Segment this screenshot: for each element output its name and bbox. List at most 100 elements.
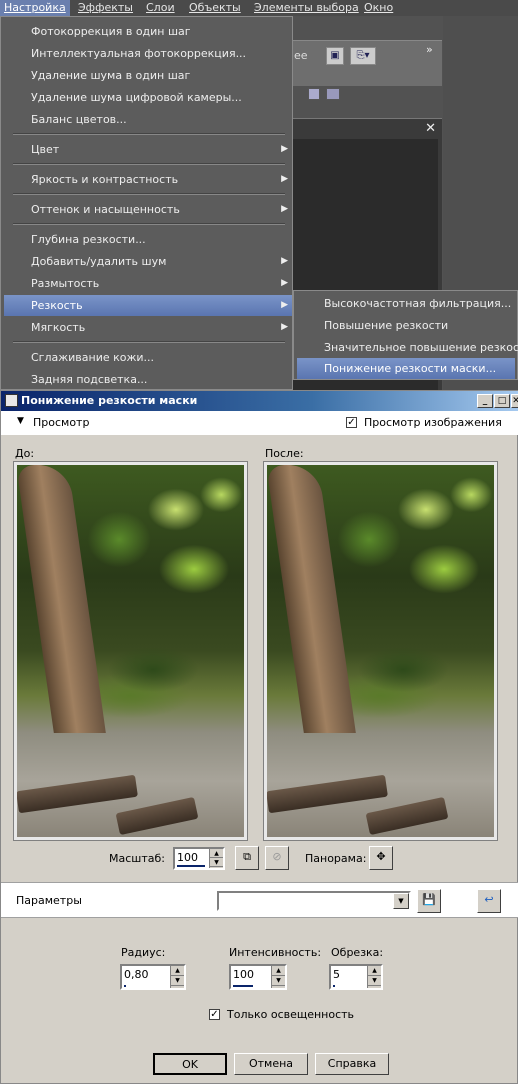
menu-item-label: Сглаживание кожи... xyxy=(31,351,155,364)
spinner-arrows[interactable]: ▲ ▼ xyxy=(271,966,285,988)
preview-image-label: Просмотр изображения xyxy=(364,416,502,429)
clip-spinner[interactable]: 5 ▲ ▼ xyxy=(329,964,383,990)
menu-item-label: Добавить/удалить шум xyxy=(31,255,167,268)
radius-spinner[interactable]: 0,80 ▲ ▼ xyxy=(120,964,186,990)
menu-item-camera-noise-removal[interactable]: Удаление шума цифровой камеры... xyxy=(4,87,292,108)
panel-close-icon[interactable]: ✕ xyxy=(425,121,436,136)
radius-value: 0,80 xyxy=(124,968,149,981)
spinner-arrows[interactable]: ▲ ▼ xyxy=(209,849,223,868)
intensity-label: Интенсивность: xyxy=(229,946,322,959)
spinner-arrows[interactable]: ▲ ▼ xyxy=(367,966,381,988)
menu-bar: Настройка Эффекты Слои Объекты Элементы … xyxy=(0,0,518,16)
intensity-spinner[interactable]: 100 ▲ ▼ xyxy=(229,964,287,990)
menu-item-sharpness[interactable]: Резкость ▶ xyxy=(4,295,292,316)
after-preview[interactable] xyxy=(263,461,498,841)
before-preview-image xyxy=(17,465,244,837)
menubar-objects[interactable]: Объекты xyxy=(187,1,243,15)
menu-item-label: Резкость xyxy=(31,299,83,312)
spin-up-icon[interactable]: ▲ xyxy=(210,849,223,858)
help-button[interactable]: Справка xyxy=(315,1053,389,1075)
tool-icon-b[interactable] xyxy=(326,88,340,100)
menubar-window[interactable]: Окно xyxy=(362,1,395,15)
toolbar-save-icon[interactable]: ▣ xyxy=(326,47,344,65)
submenu-arrow-icon: ▶ xyxy=(281,256,288,266)
spin-down-icon[interactable]: ▼ xyxy=(171,976,184,986)
menu-item-color-balance[interactable]: Баланс цветов... xyxy=(4,109,292,130)
maximize-icon[interactable]: □ xyxy=(494,394,510,408)
menu-item-backlight[interactable]: Задняя подсветка... xyxy=(4,369,292,390)
menu-item-smart-photo-fix[interactable]: Интеллектуальная фотокоррекция... xyxy=(4,43,292,64)
toolbar-more-icon[interactable]: » xyxy=(426,43,433,56)
preset-dropdown[interactable]: ▼ xyxy=(217,891,411,911)
menu-item-brightness-contrast[interactable]: Яркость и контрастность ▶ xyxy=(4,169,292,190)
spin-down-icon[interactable]: ▼ xyxy=(272,976,285,986)
submenu-arrow-icon: ▶ xyxy=(281,322,288,332)
menu-item-label: Интеллектуальная фотокоррекция... xyxy=(31,47,247,60)
menu-item-label: Глубина резкости... xyxy=(31,233,146,246)
menu-item-one-step-noise-removal[interactable]: Удаление шума в один шаг xyxy=(4,65,292,86)
menu-item-label: Цвет xyxy=(31,143,60,156)
toolbar-copy-icon[interactable]: ⎘▾ xyxy=(350,47,376,65)
dialog-title: Понижение резкости маски xyxy=(21,394,198,407)
menu-item-add-remove-noise[interactable]: Добавить/удалить шум ▶ xyxy=(4,251,292,272)
minimize-icon[interactable]: _ xyxy=(477,394,493,408)
ok-button[interactable]: OK xyxy=(153,1053,227,1075)
preview-image-checkbox[interactable]: ✓ xyxy=(346,417,357,428)
submenu-item-sharpen-more[interactable]: Значительное повышение резкости xyxy=(297,337,518,358)
spin-up-icon[interactable]: ▲ xyxy=(171,966,184,976)
menu-item-hue-saturation[interactable]: Оттенок и насыщенность ▶ xyxy=(4,199,292,220)
submenu-item-high-pass[interactable]: Высокочастотная фильтрация... xyxy=(297,293,515,314)
menu-item-blur[interactable]: Размытость ▶ xyxy=(4,273,292,294)
menu-screenshot: ее ▣ ⎘▾ » ✕ Настройка Эффекты Слои Объек… xyxy=(0,0,518,390)
preview-bar: ▼ Просмотр ✓ Просмотр изображения xyxy=(1,411,518,435)
before-preview[interactable] xyxy=(13,461,248,841)
adjust-menu: Фотокоррекция в один шаг Интеллектуальна… xyxy=(0,16,293,390)
cancel-button[interactable]: Отмена xyxy=(234,1053,308,1075)
app-icon xyxy=(5,394,18,407)
menu-item-one-step-photo-fix[interactable]: Фотокоррекция в один шаг xyxy=(4,21,292,42)
zoom-spinner[interactable]: 100 ▲ ▼ xyxy=(173,847,225,870)
spin-down-icon[interactable]: ▼ xyxy=(210,858,223,867)
menu-separator xyxy=(13,193,285,195)
tool-icon-a[interactable] xyxy=(308,88,320,100)
menu-item-label: Удаление шума в один шаг xyxy=(31,69,191,82)
menu-item-soften[interactable]: Мягкость ▶ xyxy=(4,317,292,338)
close-icon[interactable]: ✕ xyxy=(511,394,518,408)
save-preset-icon[interactable]: 💾 xyxy=(417,889,441,913)
pan-move-icon[interactable]: ✥ xyxy=(369,846,393,870)
menu-item-label: Мягкость xyxy=(31,321,86,334)
submenu-item-unsharp-mask[interactable]: Понижение резкости маски... xyxy=(297,358,515,379)
menubar-selections[interactable]: Элементы выбора xyxy=(252,1,361,15)
menu-item-skin-smoothing[interactable]: Сглаживание кожи... xyxy=(4,347,292,368)
spin-up-icon[interactable]: ▲ xyxy=(368,966,381,976)
zoom-to-fit-icon[interactable]: ⧉ xyxy=(235,846,259,870)
spin-up-icon[interactable]: ▲ xyxy=(272,966,285,976)
menubar-adjust[interactable]: Настройка xyxy=(0,0,70,16)
submenu-item-sharpen[interactable]: Повышение резкости xyxy=(297,315,515,336)
zoom-disabled-icon: ⊘ xyxy=(265,846,289,870)
intensity-value: 100 xyxy=(233,968,254,981)
pan-label: Панорама: xyxy=(305,852,367,865)
submenu-arrow-icon: ▶ xyxy=(281,174,288,184)
luminance-checkbox[interactable]: ✓ xyxy=(209,1009,220,1020)
menubar-effects[interactable]: Эффекты xyxy=(76,1,135,15)
collapse-triangle-icon[interactable]: ▼ xyxy=(17,416,24,426)
luminance-label: Только освещенность xyxy=(227,1008,355,1021)
menu-item-depth-of-field[interactable]: Глубина резкости... xyxy=(4,229,292,250)
radius-label: Радиус: xyxy=(121,946,166,959)
chevron-down-icon[interactable]: ▼ xyxy=(393,893,409,909)
menu-item-label: Размытость xyxy=(31,277,100,290)
spin-down-icon[interactable]: ▼ xyxy=(368,976,381,986)
menu-separator xyxy=(13,341,285,343)
menu-item-label: Фотокоррекция в один шаг xyxy=(31,25,191,38)
zoom-value: 100 xyxy=(177,851,198,864)
menu-separator xyxy=(13,223,285,225)
spinner-level-bar xyxy=(233,985,253,987)
reset-icon[interactable]: ↩ xyxy=(477,889,501,913)
menu-item-color[interactable]: Цвет ▶ xyxy=(4,139,292,160)
spinner-arrows[interactable]: ▲ ▼ xyxy=(170,966,184,988)
menu-separator xyxy=(13,133,285,135)
menubar-layers[interactable]: Слои xyxy=(144,1,177,15)
menu-item-label: Повышение резкости xyxy=(324,319,449,332)
preview-toggle-label[interactable]: Просмотр xyxy=(33,416,89,429)
